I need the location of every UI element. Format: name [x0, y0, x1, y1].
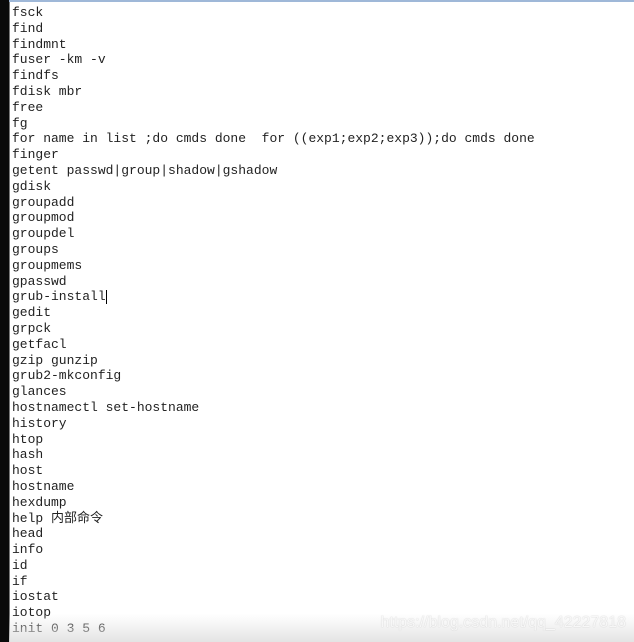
text-line[interactable]: iostat — [12, 589, 535, 605]
line-text: fdisk mbr — [12, 83, 83, 99]
text-line[interactable]: groupmod — [12, 210, 535, 226]
line-text: iostat — [12, 589, 59, 605]
text-line[interactable]: groupadd — [12, 195, 535, 211]
text-line[interactable]: getent passwd|group|shadow|gshadow — [12, 163, 535, 179]
text-line[interactable]: history — [12, 416, 535, 432]
text-line[interactable]: gpasswd — [12, 274, 535, 290]
line-text: groupadd — [12, 194, 75, 210]
line-text: host — [12, 463, 44, 479]
line-text: id — [12, 557, 28, 573]
text-line[interactable]: groupdel — [12, 226, 535, 242]
line-text: gdisk — [12, 178, 52, 194]
line-text: grub2-mkconfig — [12, 368, 122, 384]
line-text: hexdump — [12, 494, 67, 510]
text-line[interactable]: id — [12, 558, 535, 574]
text-line[interactable]: help 内部命令 — [12, 511, 535, 527]
text-line[interactable]: if — [12, 574, 535, 590]
line-text: glances — [12, 384, 67, 400]
line-text: fuser -km -v — [12, 52, 106, 68]
text-line[interactable]: findmnt — [12, 37, 535, 53]
line-text: finger — [12, 147, 59, 163]
line-text: iotop — [12, 605, 52, 621]
editor-lines[interactable]: fsck find findmnt fuser -km -v findfs fdisk m… — [12, 5, 535, 637]
text-line[interactable]: groupmems — [12, 258, 535, 274]
text-line[interactable]: hash — [12, 447, 535, 463]
line-text: grpck — [12, 320, 52, 336]
line-text: findmnt — [12, 36, 67, 52]
line-text: findfs — [12, 68, 59, 84]
text-caret — [105, 289, 107, 304]
line-text: gpasswd — [12, 273, 67, 289]
text-line[interactable]: info — [12, 542, 535, 558]
line-text: fsck — [12, 5, 44, 20]
text-line[interactable]: glances — [12, 384, 535, 400]
left-window-edge — [0, 0, 9, 642]
text-line[interactable]: free — [12, 100, 535, 116]
text-line[interactable]: gzip gunzip — [12, 353, 535, 369]
text-editor[interactable]: fsck find findmnt fuser -km -v findfs fdisk m… — [9, 2, 634, 642]
line-text: head — [12, 526, 44, 542]
text-line[interactable]: htop — [12, 432, 535, 448]
line-text: gedit — [12, 305, 52, 321]
text-line[interactable]: host — [12, 463, 535, 479]
watermark: https://blog.csdn.net/qq_42227818 — [380, 614, 626, 631]
text-line[interactable]: grub-install — [12, 289, 535, 305]
text-line[interactable]: find — [12, 21, 535, 37]
text-line[interactable]: getfacl — [12, 337, 535, 353]
line-text: hash — [12, 447, 44, 463]
text-line[interactable]: fuser -km -v — [12, 52, 535, 68]
line-text: fg — [12, 115, 28, 131]
line-text: getent passwd|group|shadow|gshadow — [12, 162, 278, 178]
line-text: grub-install — [12, 289, 106, 305]
line-text: hostnamectl set-hostname — [12, 399, 200, 415]
line-text: for name in list ;do cmds done for ((exp… — [12, 131, 535, 147]
line-text: free — [12, 99, 44, 115]
line-text: info — [12, 542, 44, 558]
text-line[interactable]: hostnamectl set-hostname — [12, 400, 535, 416]
text-line[interactable]: for name in list ;do cmds done for ((exp… — [12, 131, 535, 147]
line-text: if — [12, 573, 28, 589]
text-line[interactable]: gedit — [12, 305, 535, 321]
line-text: init 0 3 5 6 — [12, 621, 106, 637]
text-line[interactable]: fdisk mbr — [12, 84, 535, 100]
line-text: groupmems — [12, 257, 83, 273]
text-line[interactable]: fsck — [12, 5, 535, 21]
line-text: find — [12, 20, 44, 36]
text-line[interactable]: head — [12, 526, 535, 542]
line-text: getfacl — [12, 336, 67, 352]
text-line[interactable]: groups — [12, 242, 535, 258]
text-line[interactable]: hostname — [12, 479, 535, 495]
text-line[interactable]: grpck — [12, 321, 535, 337]
text-line[interactable]: gdisk — [12, 179, 535, 195]
text-line[interactable]: fg — [12, 116, 535, 132]
text-line[interactable]: grub2-mkconfig — [12, 368, 535, 384]
line-text: groups — [12, 241, 59, 257]
line-text: groupmod — [12, 210, 75, 226]
text-line[interactable]: finger — [12, 147, 535, 163]
line-text: history — [12, 415, 67, 431]
line-text: hostname — [12, 478, 75, 494]
text-line[interactable]: hexdump — [12, 495, 535, 511]
line-text: groupdel — [12, 226, 75, 242]
text-line[interactable]: findfs — [12, 68, 535, 84]
line-text: gzip gunzip — [12, 352, 98, 368]
line-text: help 内部命令 — [12, 510, 104, 526]
line-text: htop — [12, 431, 44, 447]
